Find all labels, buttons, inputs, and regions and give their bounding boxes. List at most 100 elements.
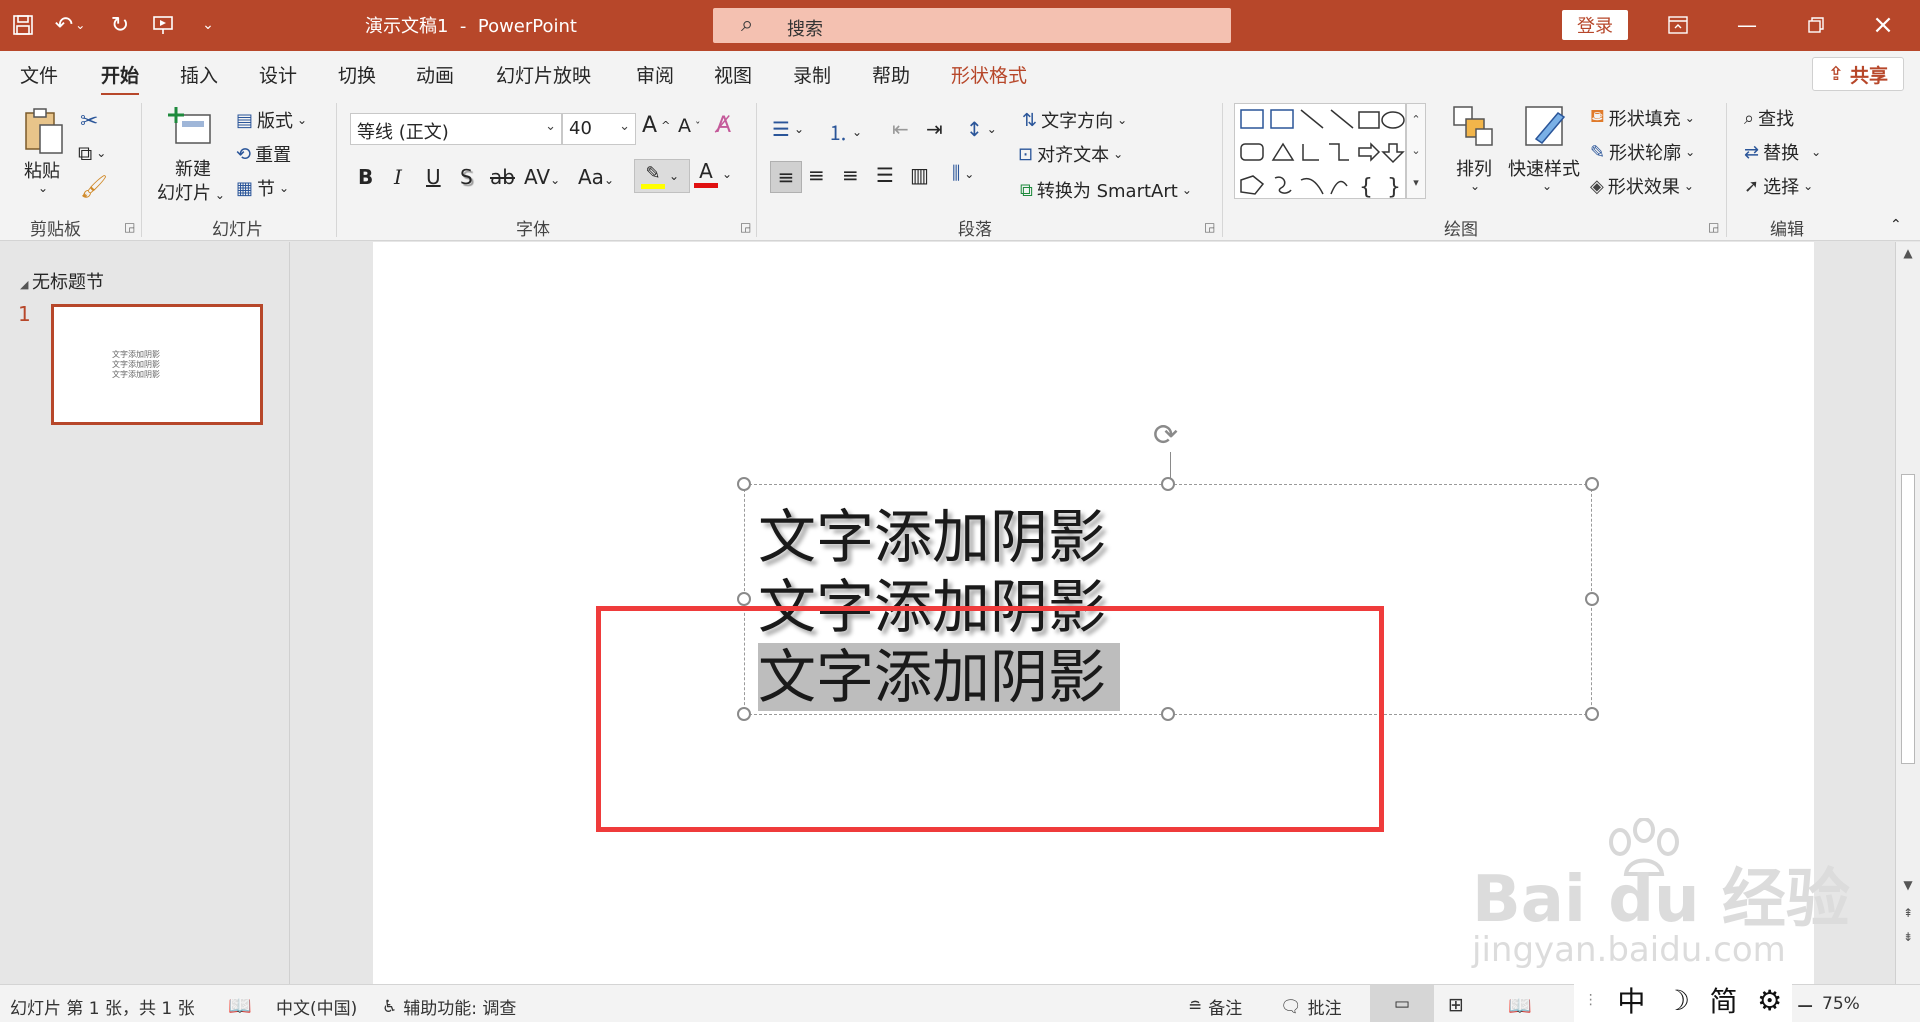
select-button[interactable]: ➚ 选择 ⌄ bbox=[1744, 173, 1813, 199]
normal-view-icon[interactable]: ▭ bbox=[1370, 985, 1434, 1022]
underline-button[interactable]: U bbox=[426, 165, 441, 189]
text-direction-button[interactable]: ⇅ 文字方向 ⌄ bbox=[1022, 107, 1127, 133]
arrange-dropdown-icon[interactable]: ⌄ bbox=[1470, 179, 1480, 193]
grow-font-button[interactable]: A ^ bbox=[642, 113, 670, 138]
reset-button[interactable]: ⟲ 重置 bbox=[236, 141, 291, 167]
ime-simplified-toggle[interactable]: 简 bbox=[1710, 980, 1738, 1020]
resize-handle-top[interactable] bbox=[1161, 477, 1175, 491]
shape-outline-button[interactable]: ✎ 形状轮廓 ⌄ bbox=[1590, 139, 1695, 165]
ribbon-display-icon[interactable] bbox=[1655, 8, 1701, 42]
cut-icon[interactable]: ✂ bbox=[80, 109, 98, 134]
justify-icon[interactable]: ☰ bbox=[876, 163, 894, 187]
highlight-color-button[interactable]: ✎ ⌄ bbox=[634, 159, 690, 193]
section-header[interactable]: ◢ 无标题节 bbox=[20, 268, 104, 294]
rotate-handle-icon[interactable]: ⟳ bbox=[1153, 418, 1178, 453]
tab-slideshow[interactable]: 幻灯片放映 bbox=[496, 61, 591, 88]
align-left-icon[interactable]: ≡ bbox=[770, 161, 802, 193]
columns-button[interactable]: ⫼ ⌄ bbox=[952, 163, 974, 184]
search-input[interactable]: ⌕ 搜索 bbox=[713, 8, 1231, 43]
align-right-icon[interactable]: ≡ bbox=[842, 163, 859, 187]
present-from-start-icon[interactable] bbox=[148, 10, 178, 40]
decrease-indent-icon[interactable]: ⇤ bbox=[892, 117, 909, 141]
numbering-button[interactable]: ⒈ ⌄ bbox=[828, 117, 862, 146]
tab-help[interactable]: 帮助 bbox=[872, 61, 910, 88]
resize-handle-left[interactable] bbox=[737, 592, 751, 606]
tab-design[interactable]: 设计 bbox=[259, 61, 297, 88]
shape-gallery-scroll[interactable]: ⌃ ⌄ ▾ bbox=[1406, 103, 1426, 199]
scroll-up-icon[interactable]: ▲ bbox=[1899, 246, 1917, 266]
shrink-font-button[interactable]: Aˇ bbox=[678, 115, 701, 137]
text-shadow-button[interactable]: S bbox=[460, 165, 473, 189]
change-case-button[interactable]: Aa⌄ bbox=[578, 165, 614, 189]
next-slide-icon[interactable]: ⇟ bbox=[1899, 930, 1917, 950]
shape-effects-button[interactable]: ◈ 形状效果 ⌄ bbox=[1590, 173, 1694, 199]
new-slide-label-2[interactable]: 幻灯片 ⌄ bbox=[157, 179, 225, 205]
align-text-button[interactable]: ⊡ 对齐文本 ⌄ bbox=[1018, 141, 1123, 167]
scrollbar-thumb[interactable] bbox=[1901, 474, 1915, 764]
align-center-icon[interactable]: ≡ bbox=[808, 163, 825, 187]
font-color-button[interactable]: A ⌄ bbox=[694, 159, 732, 188]
zoom-level[interactable]: 75% bbox=[1822, 994, 1860, 1014]
share-button[interactable]: ⇪ 共享 bbox=[1812, 57, 1904, 91]
paragraph-launcher-icon[interactable]: ◲ bbox=[1204, 220, 1215, 234]
comments-button[interactable]: 🗨 批注 bbox=[1280, 994, 1342, 1020]
redo-icon[interactable]: ↻ bbox=[105, 10, 135, 40]
collapse-ribbon-icon[interactable]: ⌃ bbox=[1890, 217, 1902, 233]
moon-icon[interactable]: ☽ bbox=[1665, 984, 1690, 1017]
scroll-down-icon[interactable]: ▼ bbox=[1899, 878, 1917, 898]
layout-button[interactable]: ▤ 版式 ⌄ bbox=[236, 107, 307, 133]
font-size-select[interactable]: 40 ⌄ bbox=[562, 113, 636, 145]
undo-icon[interactable]: ↶ ⌄ bbox=[50, 10, 90, 40]
resize-handle-bottom-right[interactable] bbox=[1585, 707, 1599, 721]
tab-insert[interactable]: 插入 bbox=[180, 61, 218, 88]
font-launcher-icon[interactable]: ◲ bbox=[740, 220, 751, 234]
tab-record[interactable]: 录制 bbox=[793, 61, 831, 88]
tab-shape-format[interactable]: 形状格式 bbox=[951, 61, 1027, 88]
vertical-scrollbar[interactable]: ▲ ▼ ⇞ ⇟ bbox=[1895, 242, 1920, 984]
spelling-icon[interactable]: 📖 bbox=[228, 994, 252, 1017]
slide-sorter-icon[interactable]: ⊞ bbox=[1448, 994, 1464, 1016]
bold-button[interactable]: B bbox=[358, 165, 373, 189]
customize-qat-icon[interactable]: ⌄ bbox=[196, 10, 220, 40]
shape-fill-button[interactable]: ⛾ 形状填充 ⌄ bbox=[1590, 105, 1695, 131]
copy-icon[interactable]: ⧉ ⌄ bbox=[78, 141, 106, 165]
zoom-out-button[interactable]: − bbox=[1796, 994, 1814, 1019]
quick-styles-dropdown-icon[interactable]: ⌄ bbox=[1542, 179, 1552, 193]
replace-button[interactable]: ⇄ 替换 ⌄ bbox=[1744, 139, 1821, 165]
restore-icon[interactable] bbox=[1793, 8, 1839, 42]
tab-home[interactable]: 开始 bbox=[101, 61, 140, 96]
clear-formatting-icon[interactable]: A̸ bbox=[716, 113, 731, 138]
ime-mode-toggle[interactable]: 中 bbox=[1617, 980, 1645, 1020]
tab-animations[interactable]: 动画 bbox=[416, 61, 454, 88]
ime-grip-icon[interactable]: ⋮ bbox=[1584, 992, 1598, 1008]
tab-file[interactable]: 文件 bbox=[20, 61, 58, 88]
distributed-icon[interactable]: ▥ bbox=[910, 163, 929, 187]
increase-indent-icon[interactable]: ⇥ bbox=[926, 117, 943, 141]
convert-smartart-button[interactable]: ⧉ 转换为 SmartArt ⌄ bbox=[1020, 177, 1192, 203]
minimize-icon[interactable]: — bbox=[1724, 8, 1770, 42]
accessibility-status[interactable]: ♿ 辅助功能: 调查 bbox=[382, 994, 516, 1020]
bullets-button[interactable]: ☰ ⌄ bbox=[772, 117, 804, 141]
resize-handle-top-right[interactable] bbox=[1585, 477, 1599, 491]
notes-button[interactable]: ≘ 备注 bbox=[1188, 994, 1242, 1020]
strikethrough-button[interactable]: ab bbox=[490, 165, 515, 189]
save-icon[interactable] bbox=[8, 10, 38, 40]
font-name-select[interactable]: 等线 (正文) ⌄ bbox=[350, 113, 562, 145]
previous-slide-icon[interactable]: ⇞ bbox=[1899, 906, 1917, 926]
tab-transitions[interactable]: 切换 bbox=[338, 61, 376, 88]
clipboard-launcher-icon[interactable]: ◲ bbox=[124, 220, 135, 234]
new-slide-button[interactable] bbox=[168, 105, 214, 151]
italic-button[interactable]: I bbox=[394, 165, 402, 189]
close-icon[interactable]: × bbox=[1860, 8, 1906, 42]
quick-styles-button[interactable] bbox=[1524, 105, 1570, 149]
tab-review[interactable]: 审阅 bbox=[636, 61, 674, 88]
section-button[interactable]: ▦ 节 ⌄ bbox=[236, 175, 289, 201]
language-status[interactable]: 中文(中国) bbox=[276, 994, 357, 1019]
paste-dropdown-icon[interactable]: ⌄ bbox=[38, 181, 48, 195]
reading-view-icon[interactable]: 📖 bbox=[1508, 994, 1532, 1017]
drawing-launcher-icon[interactable]: ◲ bbox=[1708, 220, 1719, 234]
ime-settings-icon[interactable]: ⚙ bbox=[1757, 984, 1782, 1017]
character-spacing-button[interactable]: AV⌄ bbox=[524, 165, 560, 189]
paste-button[interactable] bbox=[22, 105, 66, 155]
find-button[interactable]: ⌕ 查找 bbox=[1744, 105, 1794, 131]
